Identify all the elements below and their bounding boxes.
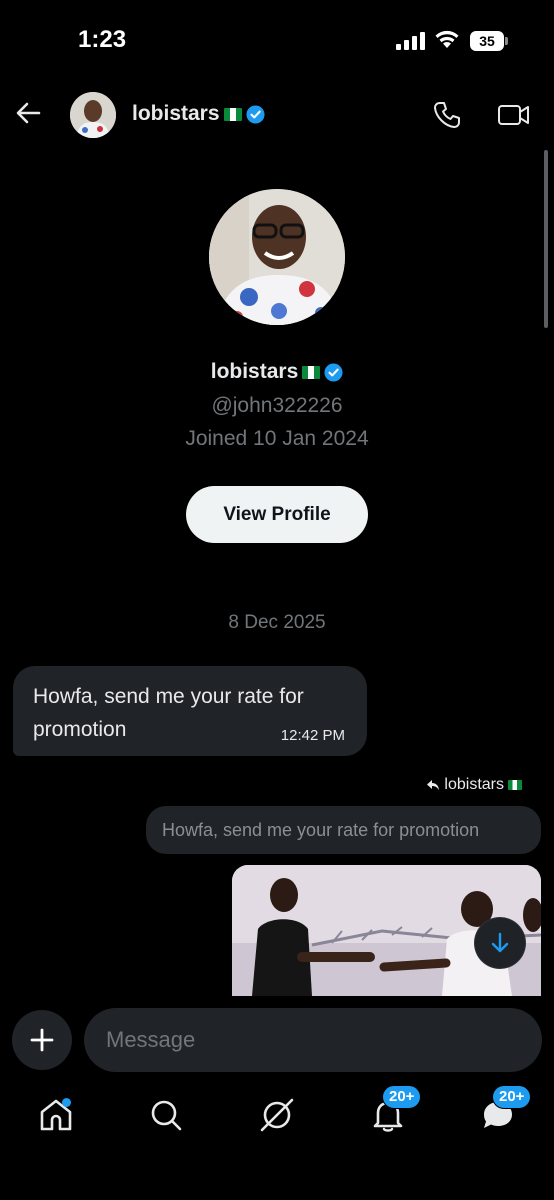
date-separator: 8 Dec 2025 <box>228 612 326 633</box>
cellular-signal-icon <box>396 32 425 50</box>
message-composer <box>0 1000 554 1085</box>
profile-avatar[interactable] <box>209 189 345 325</box>
verified-badge-icon <box>324 362 343 382</box>
nav-search[interactable] <box>146 1095 186 1135</box>
bottom-navigation: 20+ 20+ <box>0 1085 554 1200</box>
profile-name: lobistars <box>0 360 554 384</box>
back-arrow-icon[interactable] <box>14 98 44 128</box>
notification-dot <box>62 1098 71 1107</box>
header-title[interactable]: lobistars <box>132 102 265 126</box>
avatar-image <box>70 92 116 138</box>
status-time: 1:23 <box>78 26 127 53</box>
nav-notifications[interactable]: 20+ <box>368 1085 422 1135</box>
nigeria-flag-icon <box>302 365 321 379</box>
nav-grok[interactable] <box>257 1095 297 1135</box>
search-icon <box>151 1100 182 1131</box>
notification-count-badge: 20+ <box>382 1085 422 1109</box>
message-input[interactable] <box>84 1008 542 1072</box>
battery-indicator: 35 <box>470 31 508 51</box>
wifi-icon <box>435 30 459 48</box>
nav-home[interactable] <box>36 1095 76 1135</box>
quoted-message[interactable]: Howfa, send me your rate for promotion <box>146 806 541 854</box>
phone-icon[interactable] <box>432 100 462 130</box>
reply-arrow-icon <box>427 780 440 790</box>
nigeria-flag-icon <box>223 107 242 121</box>
reply-to-label: lobistars <box>426 776 522 794</box>
scrollbar[interactable] <box>544 150 548 328</box>
avatar[interactable] <box>70 92 116 138</box>
arrow-down-icon <box>491 932 509 953</box>
add-attachment-button[interactable] <box>12 1010 72 1070</box>
grok-icon <box>260 1098 294 1132</box>
profile-handle: @john322226 <box>211 394 343 417</box>
battery-level: 35 <box>470 31 504 51</box>
status-bar: 1:23 35 <box>0 0 554 80</box>
header-name-text: lobistars <box>132 102 220 125</box>
message-time: 12:42 PM <box>280 727 345 744</box>
profile-name-text: lobistars <box>210 360 299 383</box>
view-profile-button[interactable]: View Profile <box>186 486 368 543</box>
scroll-to-bottom-button[interactable] <box>475 918 525 968</box>
incoming-message[interactable]: Howfa, send me your rate for promotion 1… <box>13 666 367 756</box>
nigeria-flag-icon <box>508 780 522 790</box>
video-camera-icon[interactable] <box>497 100 531 130</box>
plus-icon <box>30 1028 54 1052</box>
profile-avatar-image <box>209 189 345 325</box>
nav-messages[interactable]: 20+ <box>478 1085 532 1135</box>
reply-to-name: lobistars <box>444 776 504 793</box>
verified-badge-icon <box>246 104 265 124</box>
messages-count-badge: 20+ <box>492 1085 532 1109</box>
profile-joined-date: Joined 10 Jan 2024 <box>185 427 369 450</box>
battery-cap <box>505 37 508 45</box>
conversation-header: lobistars <box>0 84 554 144</box>
